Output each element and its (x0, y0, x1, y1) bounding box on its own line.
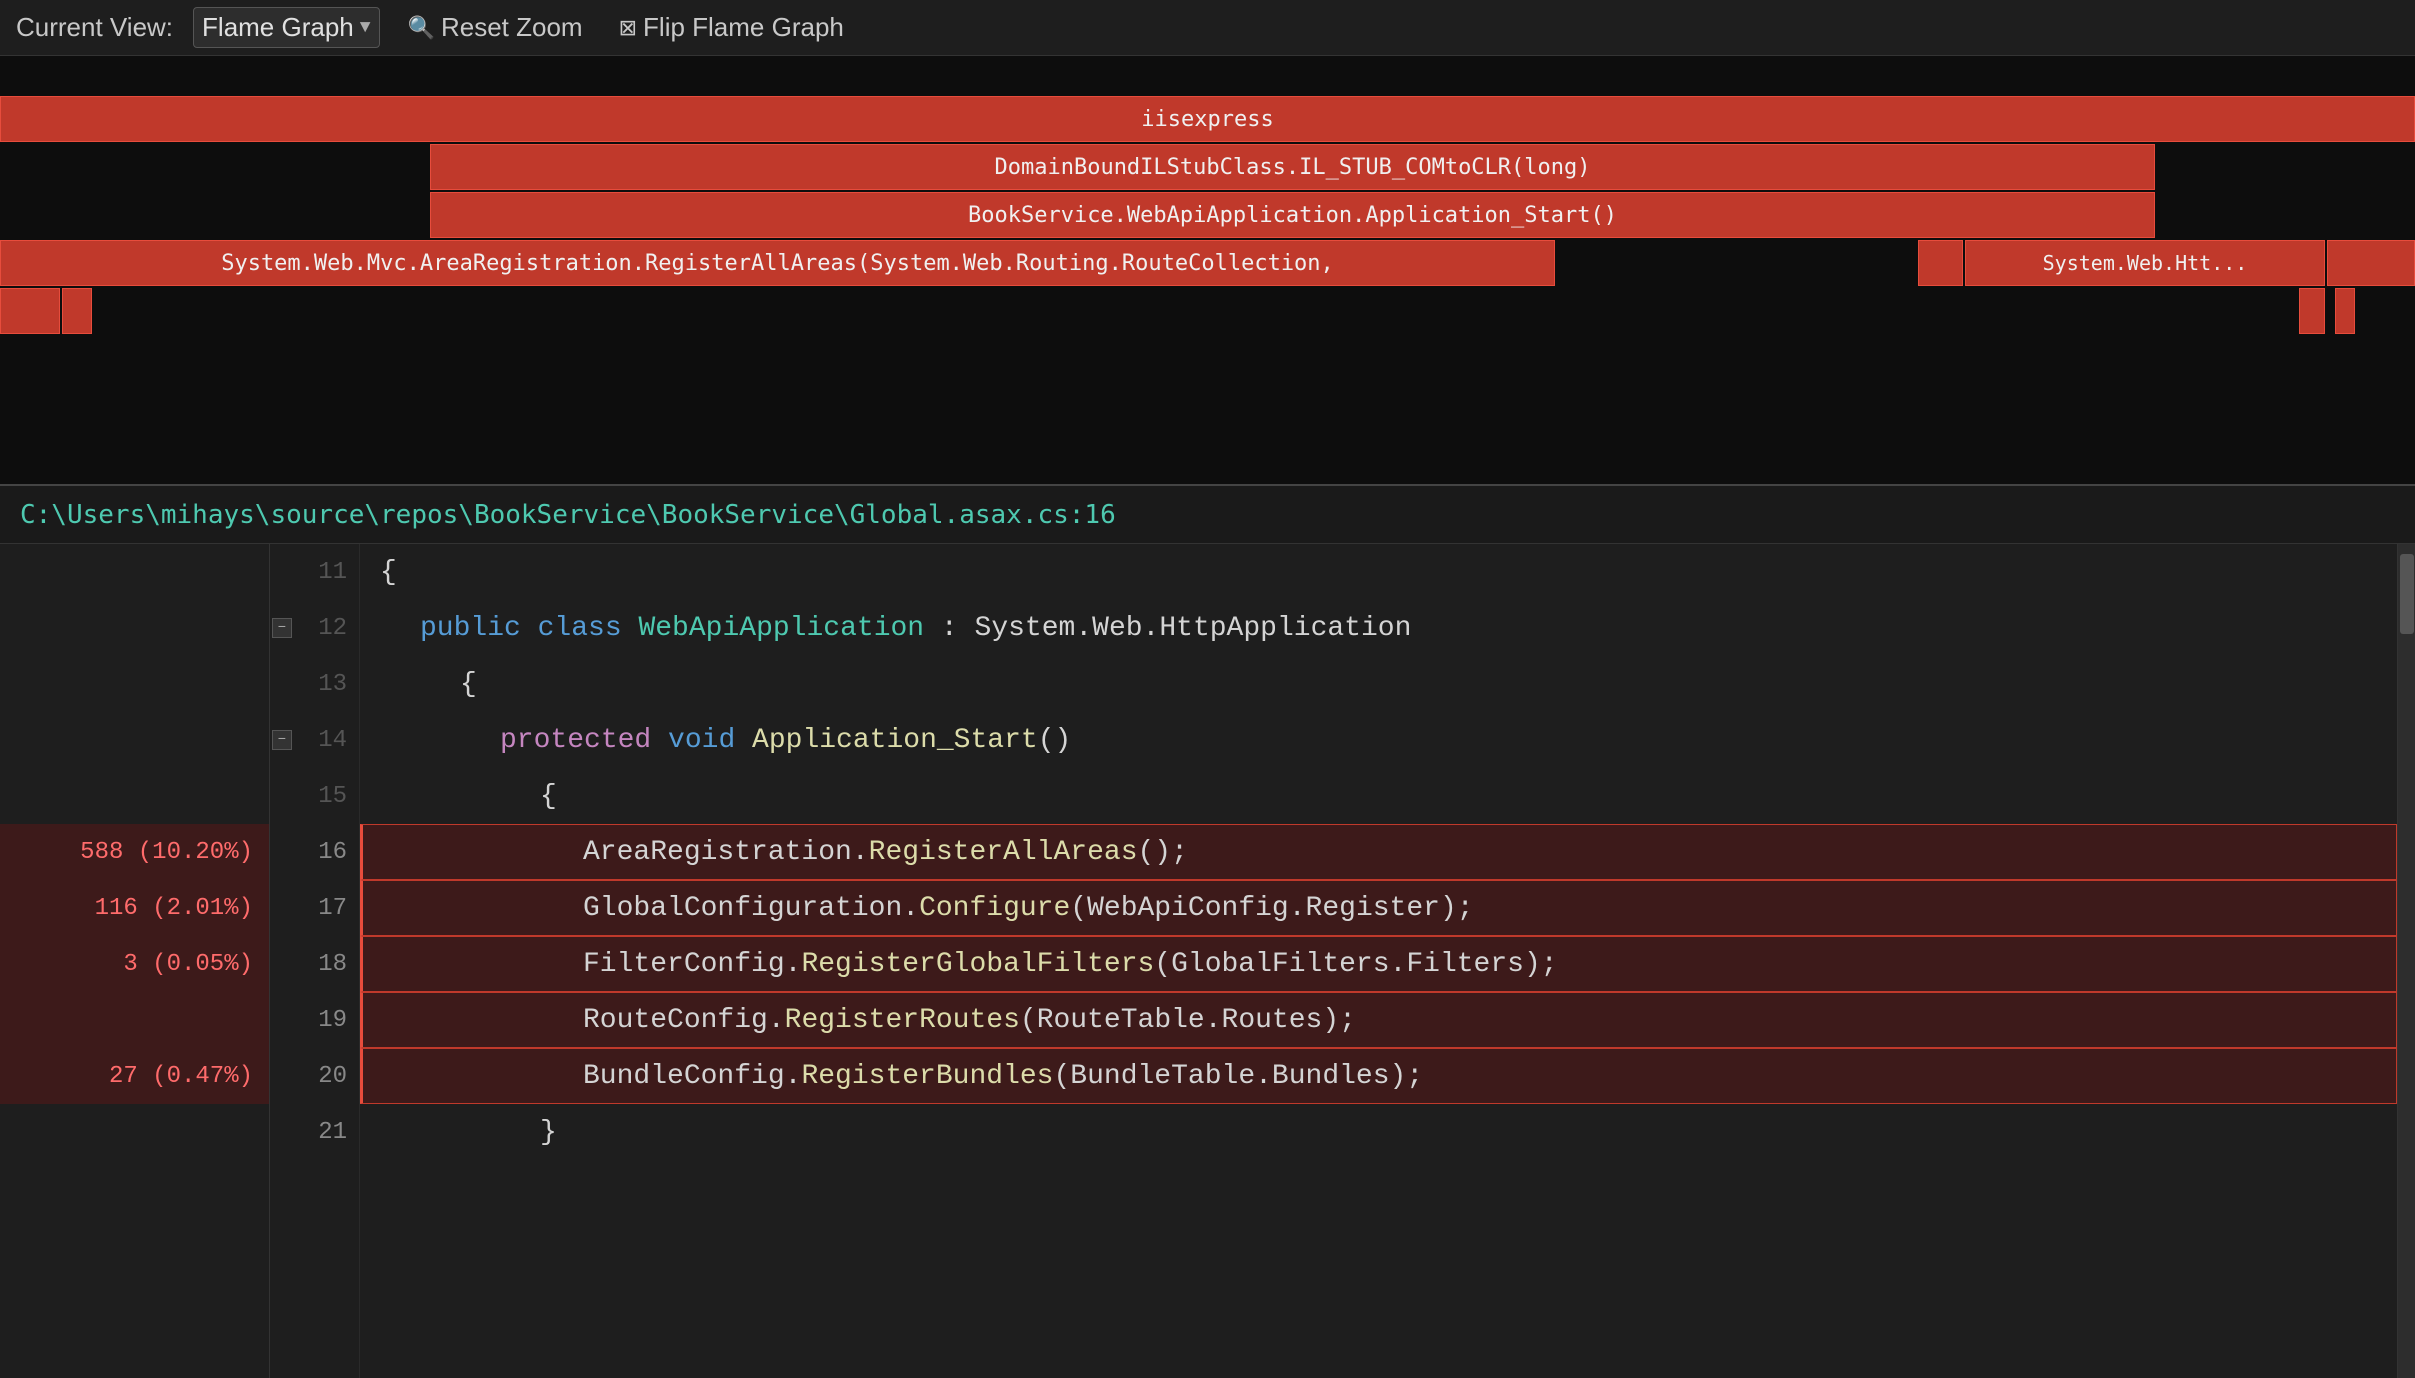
code-method-appstart: Application_Start (752, 725, 1038, 756)
flame-bar-iisexpress-label: iisexpress (1141, 107, 1273, 132)
view-select[interactable]: Flame Graph ▼ (193, 7, 380, 48)
flip-label: Flip Flame Graph (643, 12, 844, 43)
code-colon: : System.Web.HttpApplication (924, 613, 1411, 644)
flame-bar-right1[interactable] (2327, 240, 2415, 286)
scrollbar-thumb[interactable] (2400, 554, 2414, 634)
code-view: 588 (10.20%) 116 (2.01%) 3 (0.05%) 27 (0… (0, 544, 2415, 1378)
code-text-15: { (540, 781, 557, 812)
code-line-11: { (360, 544, 2397, 600)
line-num-15: 15 (270, 768, 359, 824)
flame-bar-small2[interactable] (62, 288, 92, 334)
reset-zoom-label: Reset Zoom (441, 12, 583, 43)
code-line-20: BundleConfig.RegisterBundles(BundleTable… (360, 1048, 2397, 1104)
line-num-16: 16 (270, 824, 359, 880)
flame-bar-small1[interactable] (0, 288, 60, 334)
flame-bar-small4[interactable] (2335, 288, 2355, 334)
vertical-scrollbar[interactable] (2397, 544, 2415, 1378)
line-num-13: 13 (270, 656, 359, 712)
code-parens: () (1038, 725, 1072, 756)
reset-zoom-button[interactable]: 🔍 Reset Zoom (400, 8, 591, 47)
current-view-label: Current View: (16, 12, 173, 43)
flip-icon: ⊠ (619, 15, 637, 41)
code-line-13: { (360, 656, 2397, 712)
gutter-row-14 (0, 712, 269, 768)
chevron-down-icon: ▼ (360, 18, 371, 38)
code-content: { public class WebApiApplication : Syste… (360, 544, 2397, 1378)
flame-bar-domain-label: DomainBoundILStubClass.IL_STUB_COMtoCLR(… (994, 155, 1590, 180)
code-text-13: { (460, 669, 477, 700)
flame-bar-right2[interactable] (1918, 240, 1963, 286)
line-num-19: 19 (270, 992, 359, 1048)
code-text-20: BundleConfig. (583, 1061, 801, 1092)
code-text-21: } (540, 1117, 557, 1148)
gutter-row-17: 116 (2.01%) (0, 880, 269, 936)
code-line-17: GlobalConfiguration.Configure(WebApiConf… (360, 880, 2397, 936)
line-num-12: − 12 (270, 600, 359, 656)
flame-bar-syshtt-label: System.Web.Htt... (2043, 251, 2248, 275)
gutter-row-13 (0, 656, 269, 712)
flame-graph-area: iisexpress DomainBoundILStubClass.IL_STU… (0, 56, 2415, 486)
code-line-19: RouteConfig.RegisterRoutes(RouteTable.Ro… (360, 992, 2397, 1048)
code-method-19: RegisterRoutes (785, 1005, 1020, 1036)
line-num-20: 20 (270, 1048, 359, 1104)
code-text-17: GlobalConfiguration. (583, 893, 919, 924)
flame-bar-iisexpress[interactable]: iisexpress (0, 96, 2415, 142)
line-num-17: 17 (270, 880, 359, 936)
filepath-bar: C:\Users\mihays\source\repos\BookService… (0, 486, 2415, 544)
code-method-16: RegisterAllAreas (869, 837, 1138, 868)
gutter-row-12 (0, 600, 269, 656)
gutter-row-20: 27 (0.47%) (0, 1048, 269, 1104)
line-num-18: 18 (270, 936, 359, 992)
code-line-21: } (360, 1104, 2397, 1160)
zoom-icon: 🔍 (408, 15, 435, 41)
code-method-17: Configure (919, 893, 1070, 924)
code-kw-void: void (668, 725, 752, 756)
code-kw-class: class (538, 613, 639, 644)
gutter-row-11 (0, 544, 269, 600)
code-text-18: FilterConfig. (583, 949, 801, 980)
flip-flame-button[interactable]: ⊠ Flip Flame Graph (611, 8, 852, 47)
view-select-text: Flame Graph (202, 12, 354, 43)
code-line-14: protected void Application_Start () (360, 712, 2397, 768)
code-kw-public: public (420, 613, 538, 644)
code-text-19: RouteConfig. (583, 1005, 785, 1036)
line-num-11: 11 (270, 544, 359, 600)
code-classname: WebApiApplication (638, 613, 924, 644)
flame-bar-syshtt[interactable]: System.Web.Htt... (1965, 240, 2325, 286)
code-line-18: FilterConfig.RegisterGlobalFilters(Globa… (360, 936, 2397, 992)
toolbar: Current View: Flame Graph ▼ 🔍 Reset Zoom… (0, 0, 2415, 56)
flame-bar-sysmvc-label: System.Web.Mvc.AreaRegistration.Register… (221, 251, 1334, 276)
code-text-11: { (380, 557, 397, 588)
code-text-16: AreaRegistration. (583, 837, 869, 868)
gutter-row-18: 3 (0.05%) (0, 936, 269, 992)
collapse-btn-12[interactable]: − (272, 618, 292, 638)
flame-bar-small3[interactable] (2299, 288, 2325, 334)
code-line-16: AreaRegistration.RegisterAllAreas(); (360, 824, 2397, 880)
line-num-21: 21 (270, 1104, 359, 1160)
line-num-14: − 14 (270, 712, 359, 768)
collapse-btn-14[interactable]: − (272, 730, 292, 750)
code-kw-protected: protected (500, 725, 668, 756)
code-line-15: { (360, 768, 2397, 824)
flame-bar-sysmvc[interactable]: System.Web.Mvc.AreaRegistration.Register… (0, 240, 1555, 286)
line-numbers: 11 − 12 13 − 14 15 16 17 18 19 20 21 (270, 544, 360, 1378)
flame-bar-bookservice[interactable]: BookService.WebApiApplication.Applicatio… (430, 192, 2155, 238)
hit-count-gutter: 588 (10.20%) 116 (2.01%) 3 (0.05%) 27 (0… (0, 544, 270, 1378)
code-method-20: RegisterBundles (801, 1061, 1053, 1092)
flame-bar-domain[interactable]: DomainBoundILStubClass.IL_STUB_COMtoCLR(… (430, 144, 2155, 190)
gutter-row-19 (0, 992, 269, 1048)
gutter-row-21 (0, 1104, 269, 1160)
gutter-row-16: 588 (10.20%) (0, 824, 269, 880)
filepath-text: C:\Users\mihays\source\repos\BookService… (20, 500, 1116, 530)
code-line-12: public class WebApiApplication : System.… (360, 600, 2397, 656)
code-method-18: RegisterGlobalFilters (801, 949, 1154, 980)
flame-bar-bookservice-label: BookService.WebApiApplication.Applicatio… (968, 203, 1617, 228)
gutter-row-15 (0, 768, 269, 824)
